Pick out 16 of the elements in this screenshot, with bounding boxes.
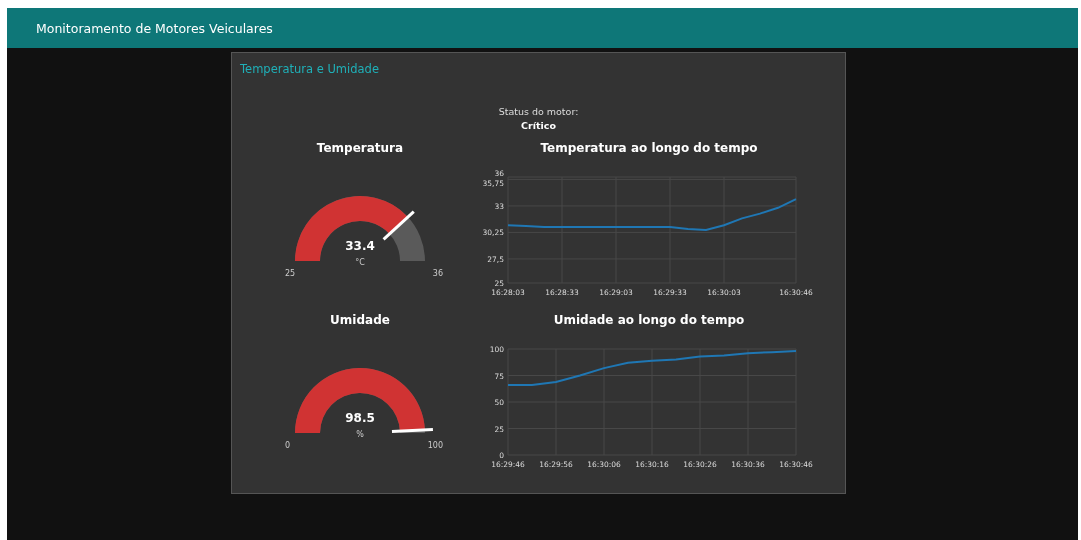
app-title: Monitoramento de Motores Veiculares (36, 20, 273, 36)
chart-title: Temperatura ao longo do tempo (540, 141, 758, 155)
chart-title: Umidade ao longo do tempo (553, 313, 745, 327)
status-value: Crítico (521, 120, 556, 131)
gauge-title: Umidade (330, 313, 390, 327)
gauge-unit: % (356, 430, 364, 439)
card-title: Temperatura e Umidade (240, 62, 380, 76)
gauge-max-label: 100 (427, 441, 443, 450)
status-label: Status do motor: (498, 106, 579, 117)
gauge-value: 33.4 (345, 239, 375, 253)
gauge-max-label: 36 (432, 269, 443, 278)
gauge-value: 98.5 (345, 411, 375, 425)
gauge-title: Temperatura (316, 141, 404, 155)
gauge-unit: °C (355, 258, 365, 267)
gauge-min-label: 0 (285, 441, 291, 450)
gauge-min-label: 25 (285, 269, 296, 278)
